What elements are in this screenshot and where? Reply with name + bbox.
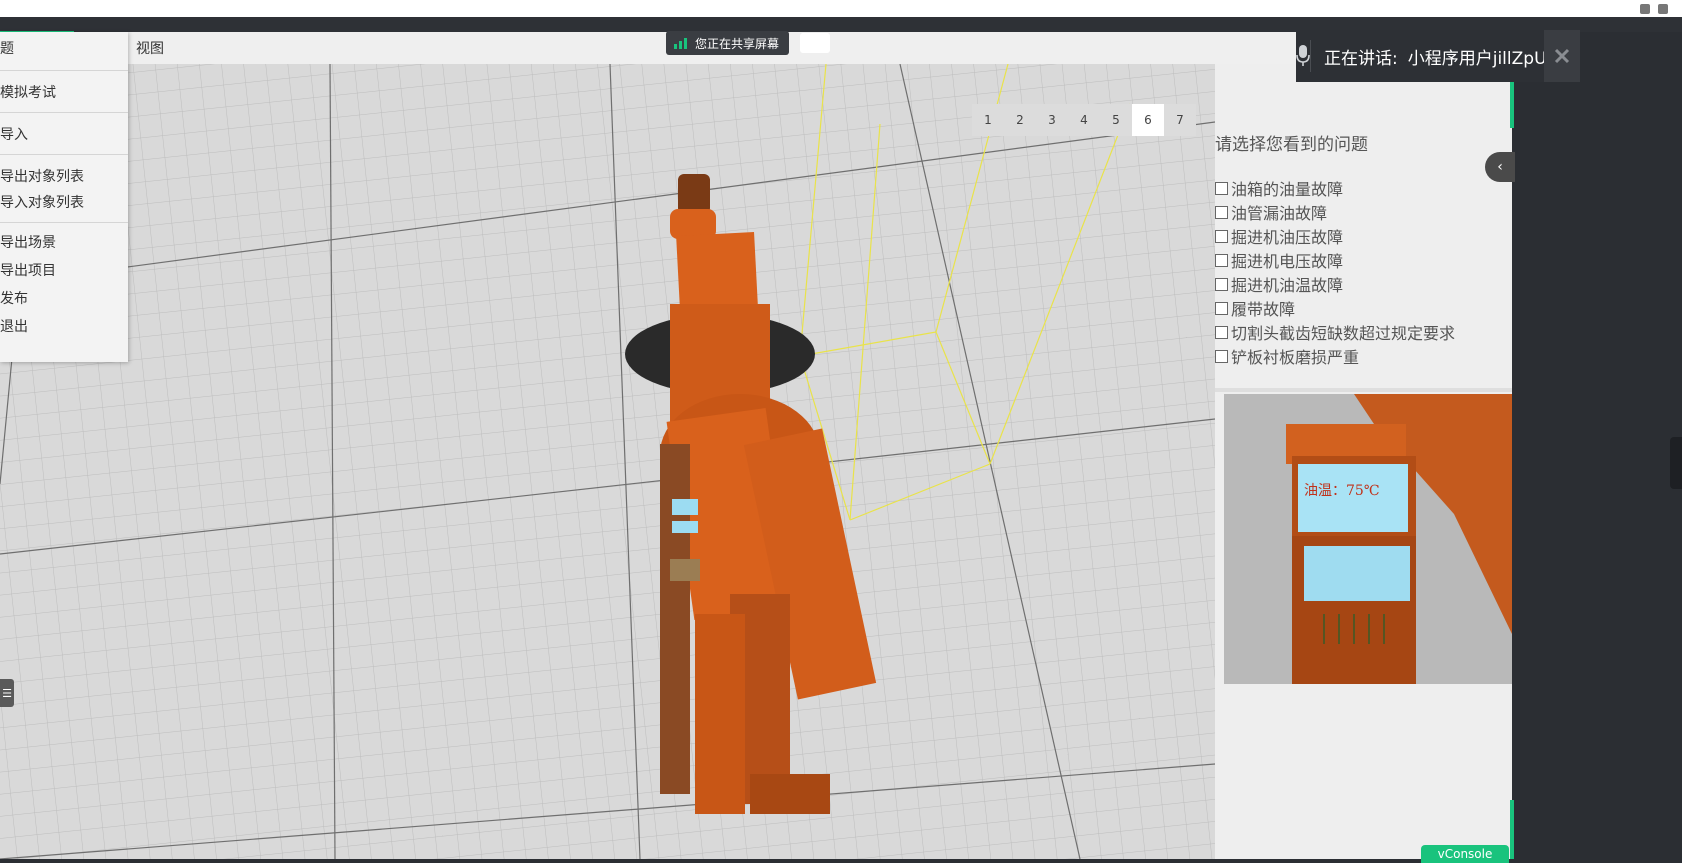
page-button[interactable]: 2 <box>1004 104 1036 136</box>
vconsole-button[interactable]: vConsole <box>1421 845 1509 863</box>
option-label: 掘进机电压故障 <box>1231 252 1344 271</box>
checkbox[interactable] <box>1215 181 1228 195</box>
browser-tabs-remnant <box>1640 0 1668 17</box>
page-button[interactable]: 1 <box>972 104 1004 136</box>
speaking-indicator: 正在讲话: 小程序用户jillZpU8; <box>1296 30 1563 82</box>
file-dropdown-menu: 题 模拟考试 导入 导出对象列表 导入对象列表 导出场景 导出项目 发布 退出 <box>0 32 128 362</box>
option-oil-leak[interactable]: 油管漏油故障 <box>1215 200 1327 224</box>
menu-divider <box>0 70 128 71</box>
menu-item-publish[interactable]: 发布 <box>0 288 28 308</box>
option-label: 切割头截齿短缺数超过规定要求 <box>1231 324 1456 343</box>
menu-item-questions[interactable]: 题 <box>0 38 14 58</box>
screen-share-badge: 您正在共享屏幕 <box>666 31 790 55</box>
page-switcher: 1 2 3 4 5 6 7 <box>972 104 1196 136</box>
option-label: 掘进机油温故障 <box>1231 276 1344 295</box>
menu-item-export-project[interactable]: 导出项目 <box>0 260 56 280</box>
checkbox[interactable] <box>1215 325 1228 339</box>
menu-item-export-object-list[interactable]: 导出对象列表 <box>0 166 84 186</box>
option-label: 油管漏油故障 <box>1231 204 1328 223</box>
panel-divider <box>1215 388 1512 392</box>
detail-thumbnail: 油温：75℃ <box>1224 394 1512 684</box>
menu-item-import-object-list[interactable]: 导入对象列表 <box>0 192 84 212</box>
tunneling-machine-model[interactable] <box>600 154 920 834</box>
option-label: 掘进机油压故障 <box>1231 228 1344 247</box>
option-voltage[interactable]: 掘进机电压故障 <box>1215 248 1343 272</box>
page-button-active[interactable]: 6 <box>1132 104 1164 136</box>
menu-divider <box>0 222 128 223</box>
option-oil-pressure[interactable]: 掘进机油压故障 <box>1215 224 1343 248</box>
option-fuel-level[interactable]: 油箱的油量故障 <box>1215 176 1343 200</box>
checkbox[interactable] <box>1215 205 1228 219</box>
menu-item-mock-exam[interactable]: 模拟考试 <box>0 82 56 102</box>
speaking-label: 正在讲话: <box>1324 48 1398 69</box>
share-badge-tail <box>800 33 830 53</box>
menu-item-export-scene[interactable]: 导出场景 <box>0 232 56 252</box>
checkbox[interactable] <box>1215 229 1228 243</box>
oil-temp-reading: 油温：75℃ <box>1304 483 1380 499</box>
option-shovel-liner[interactable]: 铲板衬板磨损严重 <box>1215 344 1359 368</box>
option-label: 铲板衬板磨损严重 <box>1231 348 1360 367</box>
chevron-left-icon: ‹ <box>1497 159 1503 175</box>
3d-viewport[interactable] <box>0 64 1215 859</box>
option-oil-temp[interactable]: 掘进机油温故障 <box>1215 272 1343 296</box>
question-panel: 请选择您看到的问题 油箱的油量故障 油管漏油故障 掘进机油压故障 掘进机电压故障… <box>1215 64 1512 859</box>
panel-title: 请选择您看到的问题 <box>1215 135 1368 155</box>
checkbox[interactable] <box>1215 349 1228 363</box>
tab-icon <box>1640 3 1650 14</box>
panel-edge-accent <box>1510 800 1514 859</box>
checkbox[interactable] <box>1215 301 1228 315</box>
microphone-icon <box>1296 40 1311 72</box>
page-button[interactable]: 7 <box>1164 104 1196 136</box>
menu-view[interactable]: 视图 <box>136 38 164 58</box>
panel-collapse-button[interactable]: ‹ <box>1485 152 1515 182</box>
checkbox[interactable] <box>1215 253 1228 267</box>
menu-divider <box>0 112 128 113</box>
page-button[interactable]: 5 <box>1100 104 1132 136</box>
option-cutter-teeth[interactable]: 切割头截齿短缺数超过规定要求 <box>1215 320 1455 344</box>
page-button[interactable]: 4 <box>1068 104 1100 136</box>
hamburger-icon[interactable]: ☰ <box>0 679 14 707</box>
menu-item-exit[interactable]: 退出 <box>0 316 28 336</box>
overlay-close-icon[interactable] <box>1544 30 1580 82</box>
speaking-user: 小程序用户jillZpU8; <box>1407 48 1564 69</box>
menu-divider <box>0 154 128 155</box>
checkbox[interactable] <box>1215 277 1228 291</box>
browser-top-strip <box>0 0 1682 18</box>
tab-icon <box>1658 3 1668 14</box>
thumbnail-image <box>1224 394 1512 684</box>
option-label: 油箱的油量故障 <box>1231 180 1344 199</box>
option-label: 履带故障 <box>1231 300 1296 319</box>
editor-app: 件 编辑 添加 视图 <box>0 32 1512 859</box>
side-drawer-handle[interactable] <box>1670 437 1682 489</box>
signal-icon <box>674 37 687 49</box>
share-label: 您正在共享屏幕 <box>695 36 780 51</box>
option-track[interactable]: 履带故障 <box>1215 296 1295 320</box>
menu-item-import[interactable]: 导入 <box>0 124 28 144</box>
page-button[interactable]: 3 <box>1036 104 1068 136</box>
